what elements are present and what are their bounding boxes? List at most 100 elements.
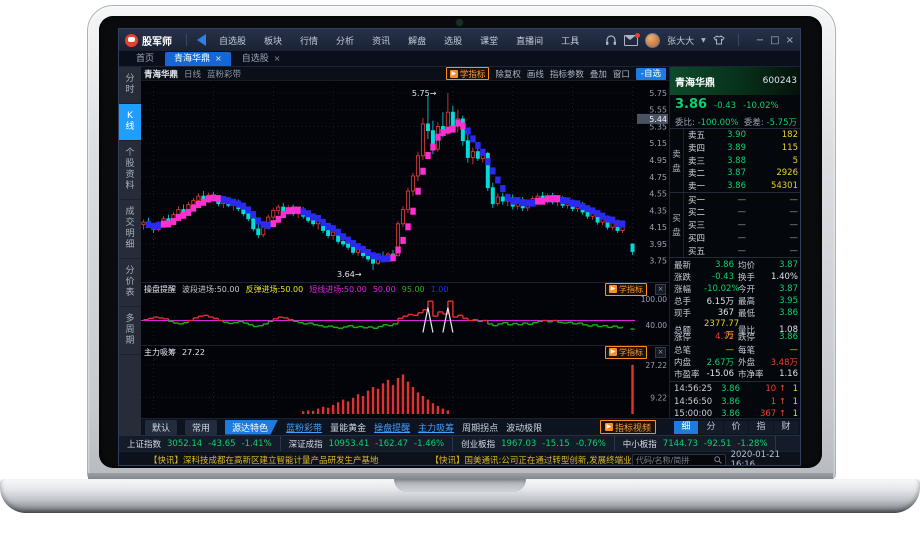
toolbar-item-叠加[interactable]: 叠加	[590, 68, 607, 80]
minimize-button[interactable]: −	[756, 35, 764, 46]
quote-tab-分[interactable]: 分	[699, 421, 723, 434]
stat-row-涨停: 涨停4.72跌停3.86	[674, 331, 798, 343]
menu-item-选股[interactable]: 选股	[444, 34, 462, 47]
tab-自选股[interactable]: 自选股 ×	[233, 52, 290, 66]
indicator1-title: 操盘提醒	[144, 284, 176, 295]
sidebar-item-K线[interactable]: K线	[119, 104, 141, 141]
indicator-tab-周期拐点[interactable]: 周期拐点	[462, 421, 498, 434]
order-volume: —	[746, 195, 798, 205]
back-arrow-icon[interactable]	[197, 34, 206, 46]
news-ticker[interactable]: 【快讯】深科技成都在高新区建立智能计量产品研发生产基地 【快讯】国美通讯:公司正在…	[119, 454, 632, 466]
quote-tab-价[interactable]: 价	[724, 421, 748, 434]
tab-首页[interactable]: 首页	[127, 52, 163, 66]
shirt-icon[interactable]	[713, 35, 725, 45]
tab-close-icon[interactable]: ×	[274, 52, 281, 66]
svg-text:9.22: 9.22	[650, 393, 667, 402]
learn-indicator-button[interactable]: ▶学指标	[605, 346, 647, 359]
stat-label: 总手	[674, 295, 704, 307]
index-name: 创业板指	[461, 438, 495, 450]
menu-item-分析[interactable]: 分析	[336, 34, 354, 47]
menu-item-直播间[interactable]: 直播间	[516, 34, 543, 47]
last-price: 3.86	[675, 97, 707, 112]
remove-watchlist-button[interactable]: -自选	[636, 68, 666, 80]
indicator-tab-默认[interactable]: 默认	[145, 420, 177, 435]
stat-label: 最高	[738, 295, 766, 307]
learn-indicator-button[interactable]: ▶学指标	[605, 283, 647, 296]
index-pct: -1.46%	[414, 439, 444, 449]
quote-tab-财[interactable]: 财	[774, 421, 798, 434]
toolbar-item-窗口[interactable]: 窗口	[613, 68, 630, 80]
index-value: 1967.03	[501, 439, 536, 449]
svg-text:3.75: 3.75	[649, 257, 667, 266]
stat-value: 3.87	[766, 284, 798, 294]
maximize-button[interactable]: □	[770, 35, 779, 46]
mail-icon[interactable]	[624, 35, 638, 46]
tab-label: 自选股	[242, 52, 269, 66]
indicator-tab-主力吸筹[interactable]: 主力吸筹	[418, 421, 454, 434]
toolbar-item-除复权[interactable]: 除复权	[495, 68, 521, 80]
toolbar-item-画线[interactable]: 画线	[527, 68, 544, 80]
headset-icon[interactable]	[605, 35, 617, 46]
tab-close-icon[interactable]: ×	[215, 52, 222, 66]
sidebar-item-成交明细[interactable]: 成交明细	[119, 200, 141, 259]
indicator-video-button[interactable]: ▶指标视频	[600, 420, 656, 434]
order-volume: —	[746, 220, 798, 230]
panel-close-icon[interactable]: ×	[655, 347, 666, 358]
indicator-tab-波动极限[interactable]: 波动极限	[506, 421, 542, 434]
chart-period[interactable]: 日线	[184, 68, 201, 80]
user-avatar[interactable]	[645, 33, 660, 48]
menu-item-工具[interactable]: 工具	[561, 34, 579, 47]
order-volume: 115	[746, 143, 798, 153]
news-item[interactable]: 【快讯】国美通讯:公司正在通过转型创新,发展终端业务和创新业务寻求	[431, 454, 632, 466]
tick-volume: 1 ↑	[740, 397, 786, 407]
menu-item-行情[interactable]: 行情	[300, 34, 318, 47]
username[interactable]: 张大大	[667, 34, 694, 47]
indicator2-panel[interactable]: 主力吸筹 27.22 ▶学指标× 27.229.22	[141, 345, 669, 418]
sidebar-item-分时[interactable]: 分时	[119, 67, 141, 104]
indicator-tab-量能黄金[interactable]: 量能黄金	[330, 421, 366, 434]
sidebar-item-多周期[interactable]: 多周期	[119, 307, 141, 355]
stat-label: 涨幅	[674, 283, 704, 295]
tab-青海华鼎[interactable]: 青海华鼎×	[165, 52, 231, 66]
stat-label: 涨停	[674, 331, 704, 343]
chart-stock-name: 青海华鼎	[144, 68, 178, 80]
svg-text:100.00: 100.00	[641, 295, 667, 304]
play-icon: ▶	[609, 348, 617, 356]
quote-tab-指[interactable]: 指	[749, 421, 773, 434]
svg-text:40.00: 40.00	[646, 321, 668, 330]
menu-item-解盘[interactable]: 解盘	[408, 34, 426, 47]
kline-panel[interactable]: 5.755.555.355.154.954.754.554.354.153.95…	[141, 81, 669, 281]
news-item[interactable]: 【快讯】深科技成都在高新区建立智能计量产品研发生产基地	[149, 454, 379, 466]
order-price: —	[714, 220, 746, 230]
indicator1-panel[interactable]: 操盘提醒 波段进场:50.00反弹进场:50.00短线进场:50.0050.00…	[141, 282, 669, 345]
order-level: 买二	[688, 206, 714, 218]
chevron-down-icon[interactable]: ▼	[701, 37, 706, 44]
order-level: 买三	[688, 219, 714, 231]
search-icon	[714, 456, 722, 464]
chart-overlay-name[interactable]: 蓝粉彩带	[207, 68, 241, 80]
menu-item-课堂[interactable]: 课堂	[480, 34, 498, 47]
tab-label: 首页	[136, 52, 154, 66]
stock-search-box[interactable]: 代码/名称/简拼	[632, 454, 726, 467]
panel-close-icon[interactable]: ×	[655, 284, 666, 295]
title-bar: 股军师 自选股板块行情分析资讯解盘选股课堂直播间工具 张大大 ▼ − □ ×	[119, 29, 800, 51]
toolbar-item-指标参数[interactable]: 指标参数	[550, 68, 584, 80]
tick-time: 14:56:50	[674, 397, 712, 407]
index-name: 中小板指	[623, 438, 657, 450]
sidebar-item-分价表[interactable]: 分价表	[119, 259, 141, 307]
kline-chart[interactable]: 5.755.555.355.154.954.754.554.354.153.95…	[141, 81, 669, 281]
order-row-买四: 买四——	[684, 232, 801, 245]
indicator-tab-操盘提醒[interactable]: 操盘提醒	[374, 421, 410, 434]
learn-indicator-button[interactable]: ▶学指标	[446, 67, 490, 80]
quote-tab-细[interactable]: 细	[674, 421, 698, 434]
order-row-买五: 买五——	[684, 244, 801, 257]
indicator-tab-蓝粉彩带[interactable]: 蓝粉彩带	[286, 421, 322, 434]
menu-item-自选股[interactable]: 自选股	[219, 34, 246, 47]
indicator-tab-常用[interactable]: 常用	[185, 420, 217, 435]
sidebar-item-个股资料[interactable]: 个股资料	[119, 141, 141, 200]
menu-item-板块[interactable]: 板块	[264, 34, 282, 47]
menu-item-资讯[interactable]: 资讯	[372, 34, 390, 47]
indicator-tab-源达特色[interactable]: 源达特色	[225, 420, 278, 435]
stat-value: 3.95	[766, 296, 798, 306]
close-button[interactable]: ×	[786, 35, 794, 46]
